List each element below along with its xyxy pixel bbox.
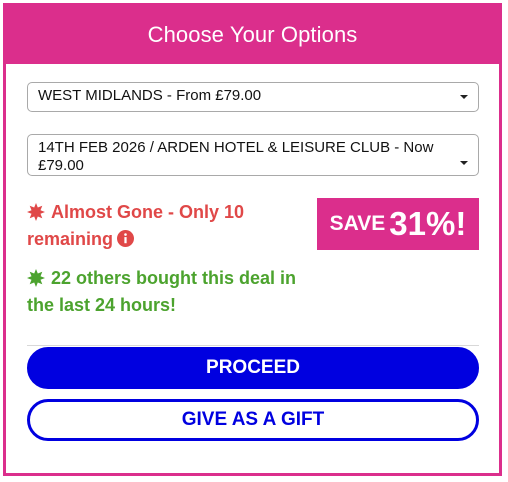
proceed-button-label: PROCEED — [206, 357, 300, 378]
scarcity-text: Almost Gone - Only 10 remaining — [27, 202, 245, 249]
burst-icon — [27, 203, 45, 221]
scarcity-message: Almost Gone - Only 10 remaining — [27, 199, 317, 253]
chevron-down-icon — [460, 95, 468, 99]
burst-icon — [27, 269, 45, 287]
chevron-down-icon — [460, 161, 468, 165]
date-hotel-select-value: 14TH FEB 2026 / ARDEN HOTEL & LEISURE CL… — [38, 139, 434, 174]
save-percent: 31%! — [389, 205, 467, 242]
proceed-button[interactable]: PROCEED — [27, 347, 479, 389]
panel-header: Choose Your Options — [6, 6, 499, 64]
info-icon[interactable] — [117, 230, 135, 247]
divider — [27, 345, 479, 346]
save-label: SAVE — [329, 212, 386, 235]
region-select-value: WEST MIDLANDS - From £79.00 — [38, 87, 262, 104]
social-proof-message: 22 others bought this deal in the last 2… — [27, 265, 317, 319]
gift-button-label: GIVE AS A GIFT — [181, 409, 325, 430]
panel-title: Choose Your Options — [147, 22, 358, 47]
date-hotel-select[interactable]: 14TH FEB 2026 / ARDEN HOTEL & LEISURE CL… — [27, 134, 479, 176]
region-select[interactable]: WEST MIDLANDS - From £79.00 — [27, 82, 479, 112]
social-proof-text: 22 others bought this deal in the last 2… — [27, 268, 297, 315]
give-as-gift-button[interactable]: GIVE AS A GIFT — [27, 399, 479, 441]
save-badge: SAVE 31%! — [317, 198, 479, 250]
